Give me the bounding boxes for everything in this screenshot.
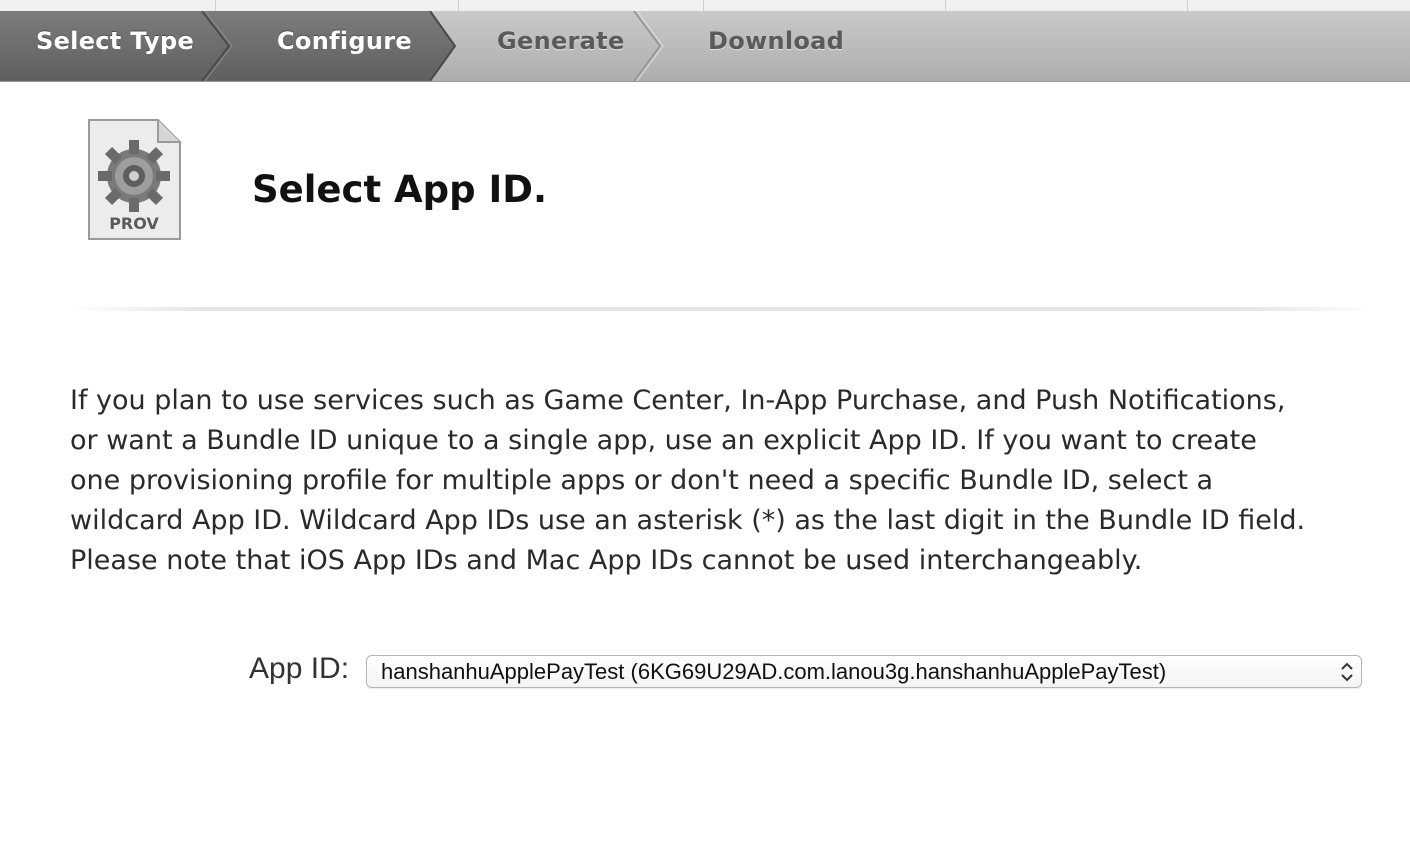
- top-strip: [0, 0, 1410, 11]
- step-select-type[interactable]: Select Type: [36, 11, 194, 81]
- page-title: Select App ID.: [252, 168, 548, 211]
- prov-document-icon: PROV: [86, 118, 182, 242]
- step-download: Download: [708, 27, 845, 55]
- wizard-breadcrumb: Select Type Configure Generate Download: [0, 11, 1410, 82]
- up-down-chevron-icon: [1341, 662, 1353, 682]
- step-generate: Generate: [497, 27, 625, 55]
- prov-icon-label: PROV: [109, 214, 159, 233]
- description-text: If you plan to use services such as Game…: [70, 385, 1306, 576]
- app-id-select[interactable]: hanshanhuApplePayTest (6KG69U29AD.com.la…: [366, 655, 1362, 688]
- app-id-selected-value: hanshanhuApplePayTest (6KG69U29AD.com.la…: [381, 659, 1167, 684]
- section-divider: [70, 307, 1375, 311]
- step-configure[interactable]: Configure: [277, 11, 412, 81]
- wizard-segments: [0, 11, 664, 81]
- app-id-label: App ID:: [249, 652, 350, 685]
